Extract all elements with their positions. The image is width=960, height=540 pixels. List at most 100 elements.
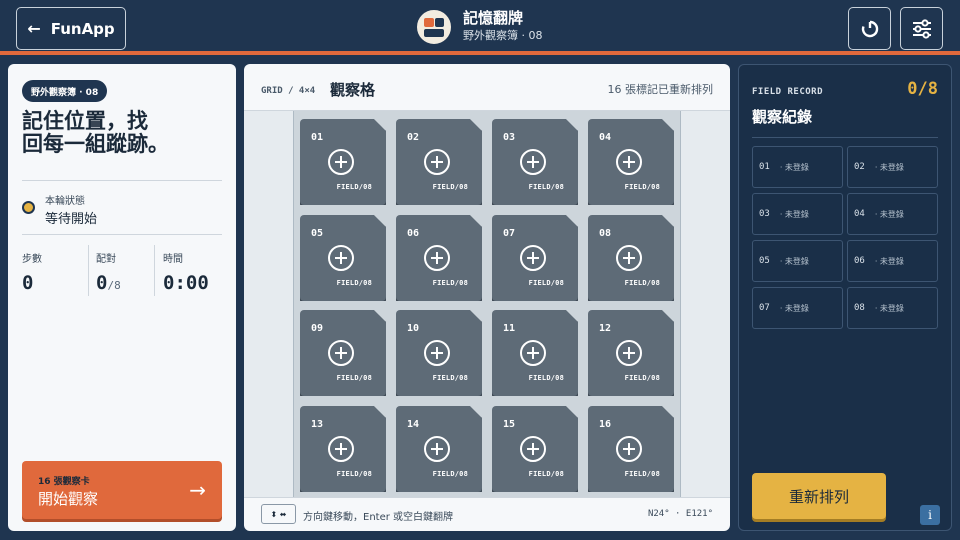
plus-circle-icon — [520, 340, 546, 366]
card-number: 02 — [407, 132, 420, 143]
card-field-label: FIELD/08 — [432, 470, 468, 478]
record-slot: 01 · 未登錄 — [752, 146, 843, 188]
page-title: 記憶翻牌 — [463, 9, 524, 27]
pairs-label: 配對 — [96, 254, 116, 265]
plus-circle-icon — [520, 436, 546, 462]
reshuffle-button[interactable]: 重新排列 — [752, 473, 886, 519]
start-observation-button[interactable]: 16 張觀察卡 開始觀察 → — [22, 461, 222, 519]
card-field-label: FIELD/08 — [432, 374, 468, 382]
plus-circle-icon — [424, 245, 450, 271]
plus-circle-icon — [328, 340, 354, 366]
card-number: 16 — [599, 419, 612, 430]
slot-number: 05 — [759, 256, 770, 266]
plus-circle-icon — [616, 436, 642, 462]
memory-card[interactable]: 08 FIELD/08 — [588, 215, 674, 301]
card-field-label: FIELD/08 — [624, 374, 660, 382]
slot-status: · 未登錄 — [779, 303, 809, 313]
divider — [22, 234, 222, 235]
slot-number: 03 — [759, 209, 770, 219]
slot-status: · 未登錄 — [779, 209, 809, 219]
card-field-label: FIELD/08 — [336, 279, 372, 287]
card-field-label: FIELD/08 — [528, 279, 564, 287]
card-number: 09 — [311, 323, 324, 334]
card-number: 11 — [503, 323, 516, 334]
memory-card[interactable]: 14 FIELD/08 — [396, 406, 482, 492]
memory-card[interactable]: 05 FIELD/08 — [300, 215, 386, 301]
memory-card[interactable]: 16 FIELD/08 — [588, 406, 674, 492]
record-title: 觀察紀錄 — [752, 108, 813, 126]
memory-card[interactable]: 13 FIELD/08 — [300, 406, 386, 492]
status-value: 等待開始 — [45, 212, 98, 227]
pairs-stat: 配對 0/8 — [96, 250, 121, 294]
card-number: 13 — [311, 419, 324, 430]
card-number: 15 — [503, 419, 516, 430]
steps-label: 步數 — [22, 254, 42, 265]
time-value: 0:00 — [163, 272, 209, 294]
slot-status: · 未登錄 — [779, 256, 809, 266]
plus-circle-icon — [424, 149, 450, 175]
instructions-headline: 記住位置，找 回每一組蹤跡。 — [22, 110, 222, 156]
time-stat: 時間 0:00 — [163, 250, 209, 294]
plus-circle-icon — [520, 245, 546, 271]
card-field-label: FIELD/08 — [528, 470, 564, 478]
restart-button[interactable] — [848, 7, 891, 50]
record-slot: 05 · 未登錄 — [752, 240, 843, 282]
slot-status: · 未登錄 — [779, 162, 809, 172]
memory-card[interactable]: 07 FIELD/08 — [492, 215, 578, 301]
plus-circle-icon — [424, 436, 450, 462]
headline-line-2: 回每一組蹤跡。 — [22, 132, 169, 156]
settings-button[interactable] — [900, 7, 943, 50]
card-field-label: FIELD/08 — [624, 470, 660, 478]
plus-circle-icon — [616, 340, 642, 366]
app-title: 記憶翻牌 野外觀察簿 · 08 — [417, 8, 543, 46]
arrow-keys-icon: ⬍ ⬌ — [261, 504, 296, 524]
record-slot: 04 · 未登錄 — [847, 193, 938, 235]
slot-number: 01 — [759, 162, 770, 172]
memory-card[interactable]: 01 FIELD/08 — [300, 119, 386, 205]
arrow-right-icon: → — [189, 478, 206, 502]
slot-status: · 未登錄 — [874, 303, 904, 313]
card-number: 01 — [311, 132, 324, 143]
memory-card[interactable]: 12 FIELD/08 — [588, 310, 674, 396]
slot-status: · 未登錄 — [874, 256, 904, 266]
shuffle-note: 16 張標記已重新排列 — [607, 83, 714, 96]
pairs-total: /8 — [107, 279, 121, 292]
info-icon[interactable]: i — [920, 505, 940, 525]
memory-card[interactable]: 03 FIELD/08 — [492, 119, 578, 205]
back-button[interactable]: ← FunApp — [16, 7, 126, 50]
top-bar-accent-stripe — [0, 51, 960, 55]
memory-card[interactable]: 11 FIELD/08 — [492, 310, 578, 396]
memory-card[interactable]: 06 FIELD/08 — [396, 215, 482, 301]
memory-card[interactable]: 09 FIELD/08 — [300, 310, 386, 396]
record-slot: 08 · 未登錄 — [847, 287, 938, 329]
field-record-tag: FIELD RECORD — [752, 87, 824, 97]
card-field-label: FIELD/08 — [336, 374, 372, 382]
plus-circle-icon — [616, 245, 642, 271]
record-slot: 02 · 未登錄 — [847, 146, 938, 188]
stat-separator — [154, 245, 155, 296]
card-number: 14 — [407, 419, 420, 430]
memory-card[interactable]: 02 FIELD/08 — [396, 119, 482, 205]
plus-circle-icon — [520, 149, 546, 175]
record-slot: 03 · 未登錄 — [752, 193, 843, 235]
card-field-label: FIELD/08 — [432, 279, 468, 287]
card-number: 07 — [503, 228, 516, 239]
slot-status: · 未登錄 — [874, 209, 904, 219]
status-indicator-icon — [22, 201, 35, 214]
record-slot: 07 · 未登錄 — [752, 287, 843, 329]
card-number: 12 — [599, 323, 612, 334]
card-number: 10 — [407, 323, 420, 334]
time-label: 時間 — [163, 254, 183, 265]
plus-circle-icon — [328, 149, 354, 175]
plus-circle-icon — [328, 436, 354, 462]
card-number: 08 — [599, 228, 612, 239]
game-info-panel: 野外觀察簿 · 08 記住位置，找 回每一組蹤跡。 本輪狀態 等待開始 步數 0… — [8, 64, 236, 531]
card-field-label: FIELD/08 — [624, 279, 660, 287]
steps-stat: 步數 0 — [22, 250, 42, 294]
memory-card[interactable]: 10 FIELD/08 — [396, 310, 482, 396]
memory-card[interactable]: 15 FIELD/08 — [492, 406, 578, 492]
sliders-icon — [912, 18, 931, 39]
card-number: 04 — [599, 132, 612, 143]
memory-card[interactable]: 04 FIELD/08 — [588, 119, 674, 205]
keyboard-hint: 方向鍵移動，Enter 或空白鍵翻牌 — [303, 512, 454, 523]
